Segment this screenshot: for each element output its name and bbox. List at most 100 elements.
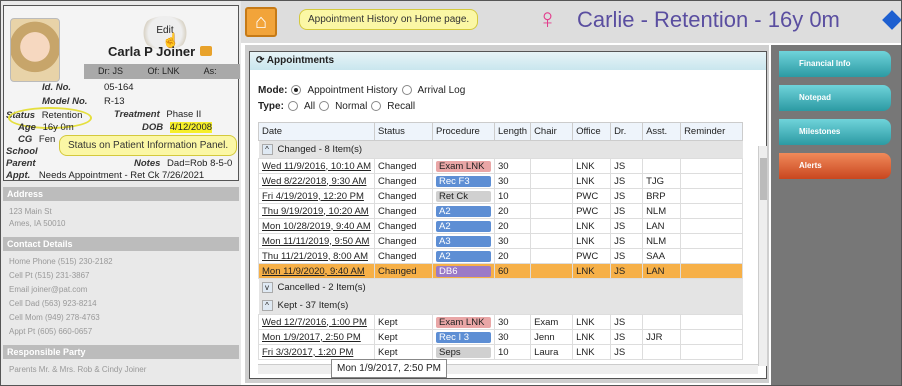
contact-section-header[interactable]: Contact Details <box>3 237 239 251</box>
office-cell: LNK <box>572 233 612 249</box>
column-header[interactable]: Date <box>258 122 375 141</box>
group-cell: ^ Changed - 8 Item(s) <box>258 140 743 159</box>
date-link[interactable]: Mon 11/9/2020, 9:40 AM <box>262 266 365 277</box>
office-cell: PWC <box>572 248 612 264</box>
status-cell: Kept <box>374 344 433 360</box>
procedure-cell: A2 <box>432 203 495 219</box>
appointments-container: ⟳ Appointments Mode: Appointment History… <box>245 45 769 383</box>
address-section-header[interactable]: Address <box>3 187 239 201</box>
group-cell: v Cancelled - 2 Item(s) <box>258 278 743 297</box>
type-normal-radio[interactable] <box>319 101 330 111</box>
date-link[interactable]: Mon 10/28/2019, 9:40 AM <box>262 221 371 232</box>
reminder-cell <box>680 188 744 204</box>
office-cell: LNK <box>572 158 612 174</box>
chair-cell <box>530 248 574 264</box>
cg-field: CG Fen <box>18 134 56 145</box>
date-link[interactable]: Thu 11/21/2019, 8:00 AM <box>262 251 368 262</box>
date-link[interactable]: Mon 11/11/2019, 9:50 AM <box>262 236 369 247</box>
column-header[interactable]: Office <box>572 122 612 141</box>
scroll-thumb[interactable] <box>760 158 767 200</box>
reminder-cell <box>680 233 744 249</box>
home-icon[interactable]: ⌂ <box>245 7 277 37</box>
arrival-log-radio[interactable] <box>401 85 412 95</box>
column-header[interactable]: Status <box>374 122 433 141</box>
status-cell: Changed <box>374 158 433 174</box>
asst-cell: NLM <box>642 203 682 219</box>
chair-cell <box>530 218 574 234</box>
table-row[interactable]: Mon 10/28/2019, 9:40 AM Changed A2 20 LNK JS L… <box>258 218 744 234</box>
status-cell: Changed <box>374 233 433 249</box>
table-row[interactable]: Thu 9/19/2019, 10:20 AM Changed A2 20 PWC JS N… <box>258 203 744 219</box>
asst-cell: LAN <box>642 218 682 234</box>
length-cell: 20 <box>493 218 532 234</box>
dr-cell: JS <box>610 248 644 264</box>
column-header[interactable]: Asst. <box>642 122 682 141</box>
procedure-badge: A2 <box>436 220 491 232</box>
group-row[interactable]: ^ Changed - 8 Item(s) <box>258 140 743 159</box>
chair-cell <box>530 233 574 249</box>
table-row[interactable]: Fri 4/19/2019, 12:20 PM Changed Ret Ck 10 PW… <box>258 188 744 204</box>
notepad-button[interactable]: Notepad <box>779 85 891 111</box>
date-link[interactable]: Thu 9/19/2019, 10:20 AM <box>262 206 369 217</box>
status-cell: Changed <box>374 188 433 204</box>
school-field: School <box>6 146 38 157</box>
table-row[interactable]: Wed 12/7/2016, 1:00 PM Kept Exam LNK 30 Exam… <box>258 314 744 330</box>
procedure-cell: Rec I 3 <box>432 329 495 345</box>
length-cell: 30 <box>493 314 532 330</box>
appointment-history-radio[interactable] <box>291 85 302 95</box>
vertical-scrollbar[interactable] <box>758 146 767 366</box>
asst-cell: TJG <box>642 173 682 189</box>
group-toggle-button[interactable]: ^ <box>261 143 273 155</box>
mode-filter: Mode: Appointment History Arrival Log Ty… <box>258 82 465 114</box>
column-header[interactable]: Reminder <box>680 122 744 141</box>
date-cell: Thu 9/19/2019, 10:20 AM <box>258 203 375 219</box>
table-row[interactable]: Wed 8/22/2018, 9:30 AM Changed Rec F3 30 LNK… <box>258 173 744 189</box>
table-row[interactable]: Mon 1/9/2017, 2:50 PM Kept Rec I 3 30 Jenn LN… <box>258 329 744 345</box>
date-cell: Mon 11/11/2019, 9:50 AM <box>258 233 375 249</box>
tag-icon[interactable] <box>200 46 212 56</box>
group-label: Kept - 37 Item(s) <box>277 299 349 311</box>
patient-name: Carla P Joiner <box>108 44 196 59</box>
table-row[interactable]: Fri 3/3/2017, 1:20 PM Kept Seps 10 Laura LNK J… <box>258 344 744 360</box>
type-all-radio[interactable] <box>287 101 298 111</box>
procedure-badge: A2 <box>436 205 491 217</box>
column-header[interactable]: Length <box>493 122 532 141</box>
column-header[interactable]: Procedure <box>432 122 495 141</box>
date-link[interactable]: Fri 4/19/2019, 12:20 PM <box>262 191 364 202</box>
reminder-cell <box>680 329 744 345</box>
financial-info-button[interactable]: Financial Info <box>779 51 891 77</box>
column-header[interactable]: Chair <box>530 122 574 141</box>
table-row[interactable]: Wed 11/9/2016, 10:10 AM Changed Exam LNK 30… <box>258 158 744 174</box>
procedure-cell: A2 <box>432 248 495 264</box>
id-number-field: Id. No. 05-164 <box>42 82 134 93</box>
table-row[interactable]: Thu 11/21/2019, 8:00 AM Changed A2 20 PWC JS S… <box>258 248 744 264</box>
date-link[interactable]: Fri 3/3/2017, 1:20 PM <box>262 347 353 358</box>
dr-cell: JS <box>610 158 644 174</box>
reminder-cell <box>680 263 744 279</box>
refresh-icon[interactable]: ⟳ <box>256 55 267 66</box>
length-cell: 30 <box>493 233 532 249</box>
alerts-button[interactable]: Alerts <box>779 153 891 179</box>
patient-sidebar: Edit ☝ Carla P Joiner Dr: JS Of: LNK As:… <box>1 1 241 385</box>
group-row[interactable]: ^ Kept - 37 Item(s) <box>258 296 743 315</box>
date-link[interactable]: Wed 8/22/2018, 9:30 AM <box>262 176 366 187</box>
type-recall-radio[interactable] <box>371 101 382 111</box>
group-toggle-button[interactable]: ^ <box>261 299 273 311</box>
date-link[interactable]: Wed 12/7/2016, 1:00 PM <box>262 317 367 328</box>
reminder-cell <box>680 314 744 330</box>
date-link[interactable]: Wed 11/9/2016, 10:10 AM <box>262 161 371 172</box>
responsible-party-header[interactable]: Responsible Party <box>3 345 239 359</box>
asst-cell <box>642 314 682 330</box>
date-link[interactable]: Mon 1/9/2017, 2:50 PM <box>262 332 361 343</box>
milestones-button[interactable]: Milestones <box>779 119 891 145</box>
group-toggle-button[interactable]: v <box>261 282 273 294</box>
office-cell: LNK <box>572 173 612 189</box>
table-row[interactable]: Mon 11/9/2020, 9:40 AM Changed DB6 60 LNK JS L… <box>258 263 744 279</box>
navigation-diamond-icon[interactable] <box>882 10 901 30</box>
date-tooltip: Mon 1/9/2017, 2:50 PM <box>331 359 447 378</box>
column-header[interactable]: Dr. <box>610 122 644 141</box>
table-row[interactable]: Mon 11/11/2019, 9:50 AM Changed A3 30 LNK JS N… <box>258 233 744 249</box>
group-row[interactable]: v Cancelled - 2 Item(s) <box>258 278 743 297</box>
date-cell: Wed 11/9/2016, 10:10 AM <box>258 158 375 174</box>
app-window: Edit ☝ Carla P Joiner Dr: JS Of: LNK As:… <box>0 0 902 386</box>
